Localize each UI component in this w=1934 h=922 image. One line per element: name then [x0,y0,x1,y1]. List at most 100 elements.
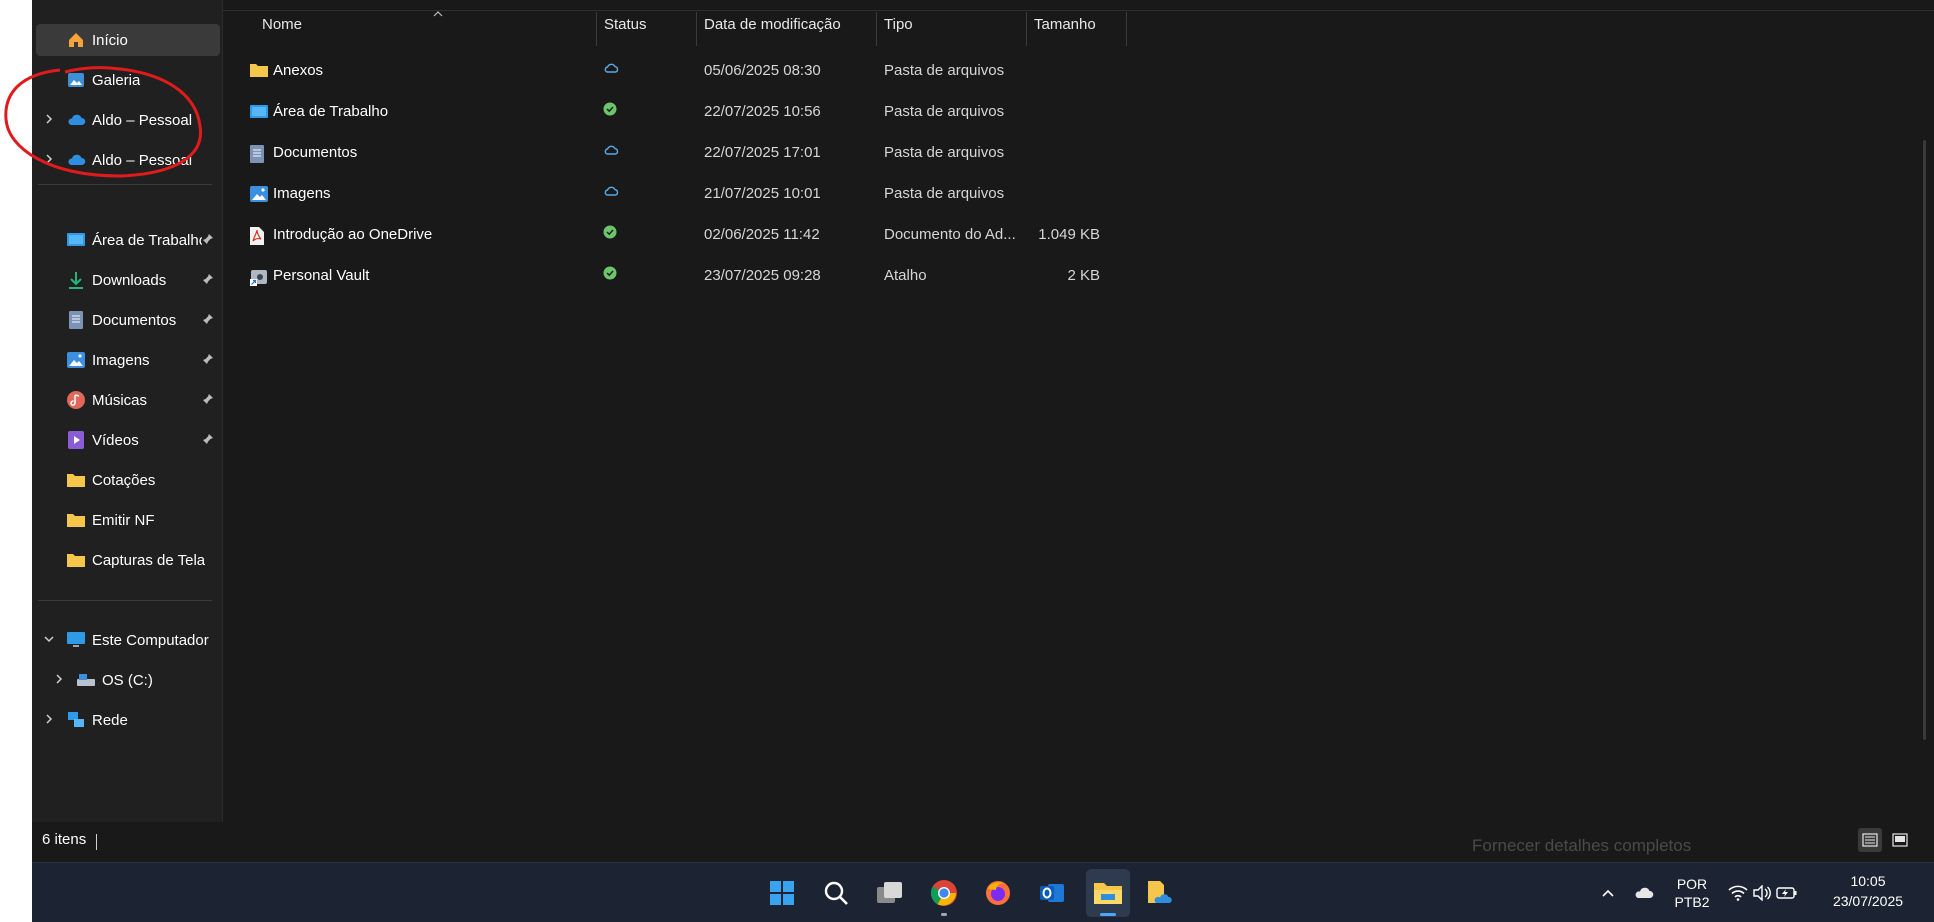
volume-button[interactable] [1750,877,1774,909]
chevron-right-icon[interactable] [42,712,56,726]
pin-icon[interactable] [202,393,214,405]
windows-logo-icon [770,881,794,905]
navigation-pane: Início Galeria Aldo – Pessoal Aldo – Pes… [32,0,223,822]
pin-icon[interactable] [202,353,214,365]
tiles-view-icon [1892,833,1908,847]
input-language-indicator[interactable]: POR PTB2 [1668,875,1716,911]
pin-icon[interactable] [202,313,214,325]
drive-icon [76,670,96,690]
folder-icon [66,510,86,530]
pin-icon[interactable] [202,273,214,285]
file-name: Documentos [273,144,358,161]
sidebar-item-inicio[interactable]: Início [36,24,220,56]
file-row-personal-vault[interactable]: Personal Vault 23/07/2025 09:28 Atalho 2… [223,259,1103,293]
file-row-area-de-trabalho[interactable]: Área de Trabalho 22/07/2025 10:56 Pasta … [223,95,1103,129]
chevron-right-icon[interactable] [52,672,66,686]
column-header-name[interactable]: Nome [262,16,302,38]
background-window-text: Fornecer detalhes completos [1472,836,1692,855]
onedrive-tray-button[interactable] [1630,877,1658,909]
pin-icon[interactable] [202,233,214,245]
vertical-scrollbar[interactable] [1923,140,1926,740]
column-divider[interactable] [696,12,697,46]
start-button[interactable] [766,877,798,909]
sidebar-item-label: Músicas [92,391,148,409]
sidebar-item-musicas[interactable]: Músicas [32,384,220,416]
onedrive-folder-button[interactable] [1142,877,1174,909]
folder-icon [66,550,86,570]
details-view-button[interactable] [1858,828,1882,852]
volume-icon [1753,885,1771,901]
chrome-button[interactable] [928,877,960,916]
column-divider[interactable] [876,12,877,46]
network-icon [66,710,86,730]
outlook-button[interactable] [1036,877,1068,909]
status-separator [96,834,97,850]
onedrive-cloud-icon [66,150,86,170]
clock[interactable]: 10:05 23/07/2025 [1820,871,1916,911]
firefox-button[interactable] [982,877,1014,909]
column-header-status[interactable]: Status [604,16,647,38]
file-explorer-button[interactable] [1086,869,1130,917]
column-divider[interactable] [1126,12,1127,46]
file-name: Imagens [273,185,331,202]
desktop-icon [249,103,268,121]
sidebar-item-capturas-de-tela[interactable]: Capturas de Tela [32,544,220,576]
file-date: 22/07/2025 10:56 [704,103,821,120]
sidebar-item-imagens[interactable]: Imagens [32,344,220,376]
sidebar-item-label: Rede [92,711,128,729]
chevron-right-icon[interactable] [42,152,56,166]
sidebar-item-label: Documentos [92,311,177,329]
sidebar-item-documentos[interactable]: Documentos [32,304,220,336]
tiles-view-button[interactable] [1888,828,1912,852]
sidebar-item-galeria[interactable]: Galeria [32,64,220,96]
show-hidden-icons-button[interactable] [1596,877,1620,909]
sidebar-item-label: Emitir NF [92,511,155,529]
document-icon [249,144,267,163]
onedrive-cloud-icon [1635,887,1654,898]
sidebar-item-os-c[interactable]: OS (C:) [32,664,220,696]
sidebar-item-emitir-nf[interactable]: Emitir NF [32,504,220,536]
pin-icon[interactable] [202,433,214,445]
sidebar-item-cotacoes[interactable]: Cotações [32,464,220,496]
file-name: Personal Vault [273,267,370,284]
pdf-icon [249,226,267,245]
sidebar-item-onedrive-2[interactable]: Aldo – Pessoal [32,144,220,176]
task-view-button[interactable] [874,877,906,909]
battery-button[interactable] [1774,877,1800,909]
sidebar-item-rede[interactable]: Rede [32,704,220,736]
search-button[interactable] [820,877,852,909]
sidebar-item-label: Aldo – Pessoal [92,111,193,129]
sidebar-item-videos[interactable]: Vídeos [32,424,220,456]
file-row-anexos[interactable]: Anexos 05/06/2025 08:30 Pasta de arquivo… [223,54,1103,88]
sidebar-item-label: Aldo – Pessoal [92,151,193,169]
sidebar-item-label: Este Computador [92,631,209,649]
download-icon [66,270,86,290]
sidebar-item-area-de-trabalho[interactable]: Área de Trabalho [32,224,220,256]
sidebar-item-label: Início [92,31,128,49]
column-divider[interactable] [596,12,597,46]
chevron-right-icon[interactable] [42,112,56,126]
desktop-icon [66,230,86,250]
column-divider[interactable] [1026,12,1027,46]
file-row-introducao-onedrive[interactable]: Introdução ao OneDrive 02/06/2025 11:42 … [223,218,1103,252]
column-header-date[interactable]: Data de modificação [704,16,841,38]
file-row-documentos[interactable]: Documentos 22/07/2025 17:01 Pasta de arq… [223,136,1103,170]
column-header-type[interactable]: Tipo [884,16,913,38]
sidebar-item-downloads[interactable]: Downloads [32,264,220,296]
synced-status-icon [603,225,617,243]
column-header-size[interactable]: Tamanho [1034,16,1096,38]
sidebar-item-onedrive-1[interactable]: Aldo – Pessoal [32,104,220,136]
file-row-imagens[interactable]: Imagens 21/07/2025 10:01 Pasta de arquiv… [223,177,1103,211]
vault-shortcut-icon [249,267,267,286]
sidebar-item-este-computador[interactable]: Este Computador [32,624,220,656]
keyboard-layout: PTB2 [1674,894,1710,910]
clock-time: 10:05 [1850,873,1886,889]
wifi-button[interactable] [1726,877,1750,909]
file-name: Introdução ao OneDrive [273,226,433,243]
chevron-down-icon[interactable] [42,632,56,646]
file-explorer-window: Início Galeria Aldo – Pessoal Aldo – Pes… [32,0,1934,862]
folder-icon [66,470,86,490]
desktop-edge [0,0,32,921]
item-count: 6 itens [42,831,87,848]
outlook-icon [1040,884,1064,902]
